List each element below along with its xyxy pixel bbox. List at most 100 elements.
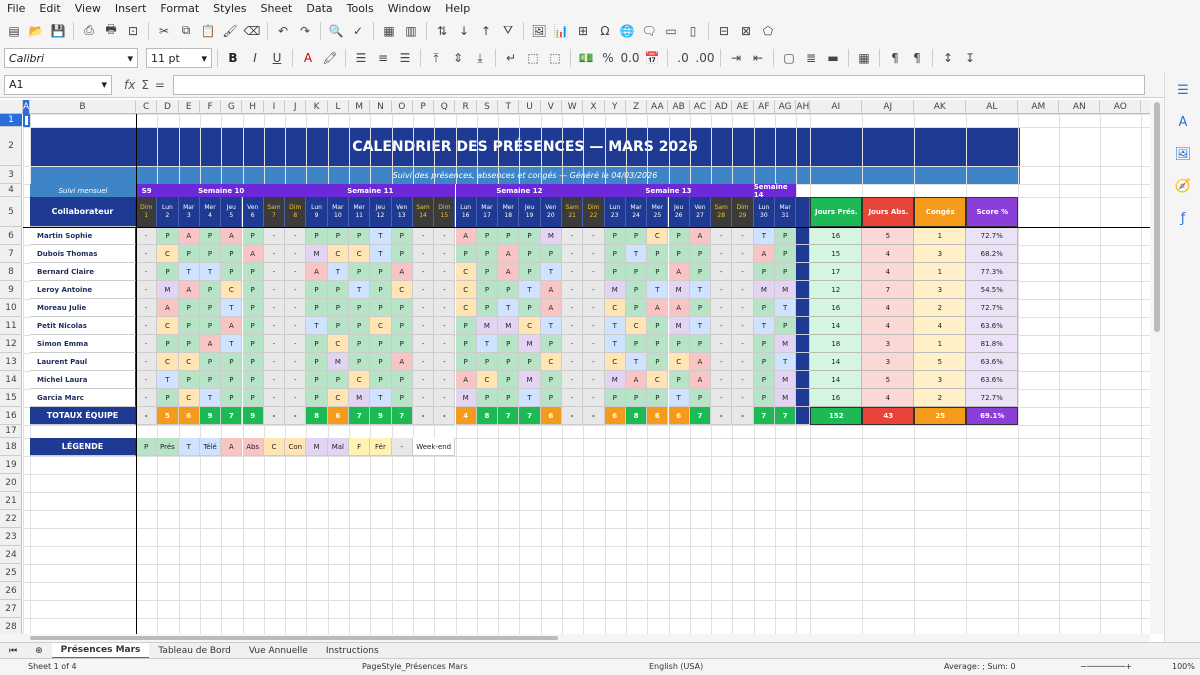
attendance-cell[interactable]: A [753, 245, 775, 263]
attendance-cell[interactable]: C [625, 317, 648, 335]
attendance-cell[interactable]: C [178, 353, 200, 371]
attendance-cell[interactable]: T [157, 371, 179, 389]
attendance-cell[interactable]: M [476, 317, 499, 335]
attendance-cell[interactable]: P [242, 335, 264, 353]
attendance-cell[interactable]: P [498, 389, 520, 407]
attendance-cell[interactable]: P [540, 335, 562, 353]
attendance-cell[interactable]: - [412, 389, 435, 407]
attendance-cell[interactable]: - [732, 317, 754, 335]
row-header-17[interactable]: 17 [0, 425, 22, 438]
column-header-G[interactable]: G [221, 100, 243, 114]
attendance-cell[interactable]: P [242, 281, 264, 299]
column-header-Q[interactable]: Q [434, 100, 456, 114]
attendance-cell[interactable]: - [711, 227, 733, 245]
show-draw-icon[interactable]: ⬠ [758, 21, 778, 41]
font-color-icon[interactable]: A [298, 48, 318, 68]
highlight-icon[interactable]: 🖍 [320, 48, 340, 68]
menu-view[interactable]: View [68, 2, 108, 15]
attendance-cell[interactable]: - [711, 335, 733, 353]
indent-decrease-icon[interactable]: ⇤ [748, 48, 768, 68]
attendance-cell[interactable]: - [285, 335, 307, 353]
attendance-cell[interactable]: P [476, 299, 499, 317]
attendance-cell[interactable]: A [668, 263, 690, 281]
attendance-cell[interactable]: P [306, 299, 328, 317]
attendance-cell[interactable]: - [263, 263, 286, 281]
save-icon[interactable]: 💾 [48, 21, 68, 41]
attendance-cell[interactable]: C [668, 353, 690, 371]
attendance-cell[interactable]: P [157, 389, 179, 407]
preview-icon[interactable]: ⊡ [123, 21, 143, 41]
menu-window[interactable]: Window [381, 2, 438, 15]
attendance-cell[interactable]: - [434, 245, 456, 263]
redo-icon[interactable]: ↷ [295, 21, 315, 41]
attendance-cell[interactable]: - [285, 353, 307, 371]
conditional-format-icon[interactable]: ▦ [854, 48, 874, 68]
attendance-cell[interactable]: - [583, 227, 605, 245]
column-header-AJ[interactable]: AJ [862, 100, 915, 114]
attendance-cell[interactable]: - [412, 263, 435, 281]
attendance-cell[interactable]: T [753, 227, 775, 245]
header-footer-icon[interactable]: ▭ [661, 21, 681, 41]
attendance-cell[interactable]: M [668, 281, 690, 299]
attendance-cell[interactable]: P [519, 353, 541, 371]
attendance-cell[interactable]: M [157, 281, 179, 299]
attendance-cell[interactable]: T [370, 389, 392, 407]
attendance-cell[interactable]: - [434, 335, 456, 353]
attendance-cell[interactable]: M [753, 281, 775, 299]
attendance-cell[interactable]: T [199, 389, 222, 407]
tab-présences-mars[interactable]: Présences Mars [51, 642, 150, 659]
attendance-cell[interactable]: - [583, 281, 605, 299]
column-header-AF[interactable]: AF [754, 100, 775, 114]
attendance-cell[interactable]: P [519, 245, 541, 263]
attendance-cell[interactable]: T [221, 299, 243, 317]
menu-file[interactable]: File [0, 2, 32, 15]
attendance-cell[interactable]: - [711, 281, 733, 299]
attendance-cell[interactable]: - [136, 371, 158, 389]
attendance-cell[interactable]: - [434, 371, 456, 389]
attendance-cell[interactable]: P [370, 335, 392, 353]
attendance-cell[interactable]: C [327, 245, 349, 263]
row-header-15[interactable]: 15 [0, 389, 22, 407]
gallery-icon[interactable]: 🖼 [1165, 140, 1200, 168]
attendance-cell[interactable]: P [753, 389, 775, 407]
column-header-AN[interactable]: AN [1059, 100, 1101, 114]
attendance-cell[interactable]: C [455, 281, 477, 299]
menu-data[interactable]: Data [299, 2, 339, 15]
align-left-icon[interactable]: ☰ [351, 48, 371, 68]
selected-cell-A1[interactable] [23, 114, 30, 127]
attendance-cell[interactable]: P [668, 335, 690, 353]
special-char-icon[interactable]: Ω [595, 21, 615, 41]
attendance-cell[interactable]: P [349, 335, 371, 353]
attendance-cell[interactable]: - [711, 317, 733, 335]
italic-button[interactable]: I [245, 48, 265, 68]
attendance-cell[interactable]: - [285, 371, 307, 389]
row-header-8[interactable]: 8 [0, 263, 22, 281]
attendance-cell[interactable]: - [732, 299, 754, 317]
attendance-cell[interactable]: - [583, 317, 605, 335]
menu-help[interactable]: Help [438, 2, 477, 15]
menu-edit[interactable]: Edit [32, 2, 67, 15]
attendance-cell[interactable]: - [263, 389, 286, 407]
attendance-cell[interactable]: P [306, 227, 328, 245]
horizontal-scrollbar[interactable] [0, 634, 1150, 642]
attendance-cell[interactable]: - [562, 317, 584, 335]
attendance-cell[interactable]: P [519, 299, 541, 317]
attendance-cell[interactable]: P [157, 335, 179, 353]
menu-sheet[interactable]: Sheet [254, 2, 300, 15]
attendance-cell[interactable]: P [775, 227, 797, 245]
attendance-cell[interactable]: - [136, 281, 158, 299]
vertical-scroll-thumb[interactable] [1154, 102, 1160, 332]
column-header-AA[interactable]: AA [647, 100, 669, 114]
attendance-cell[interactable]: M [540, 227, 562, 245]
row-header-19[interactable]: 19 [0, 456, 22, 474]
attendance-cell[interactable]: M [349, 389, 371, 407]
attendance-cell[interactable]: P [199, 299, 222, 317]
attendance-cell[interactable]: P [455, 353, 477, 371]
column-header-AE[interactable]: AE [732, 100, 754, 114]
attendance-cell[interactable]: M [455, 389, 477, 407]
attendance-cell[interactable]: P [498, 335, 520, 353]
add-decimal-icon[interactable]: .0 [673, 48, 693, 68]
attendance-cell[interactable]: P [306, 335, 328, 353]
attendance-cell[interactable]: A [242, 245, 264, 263]
attendance-cell[interactable]: P [370, 263, 392, 281]
